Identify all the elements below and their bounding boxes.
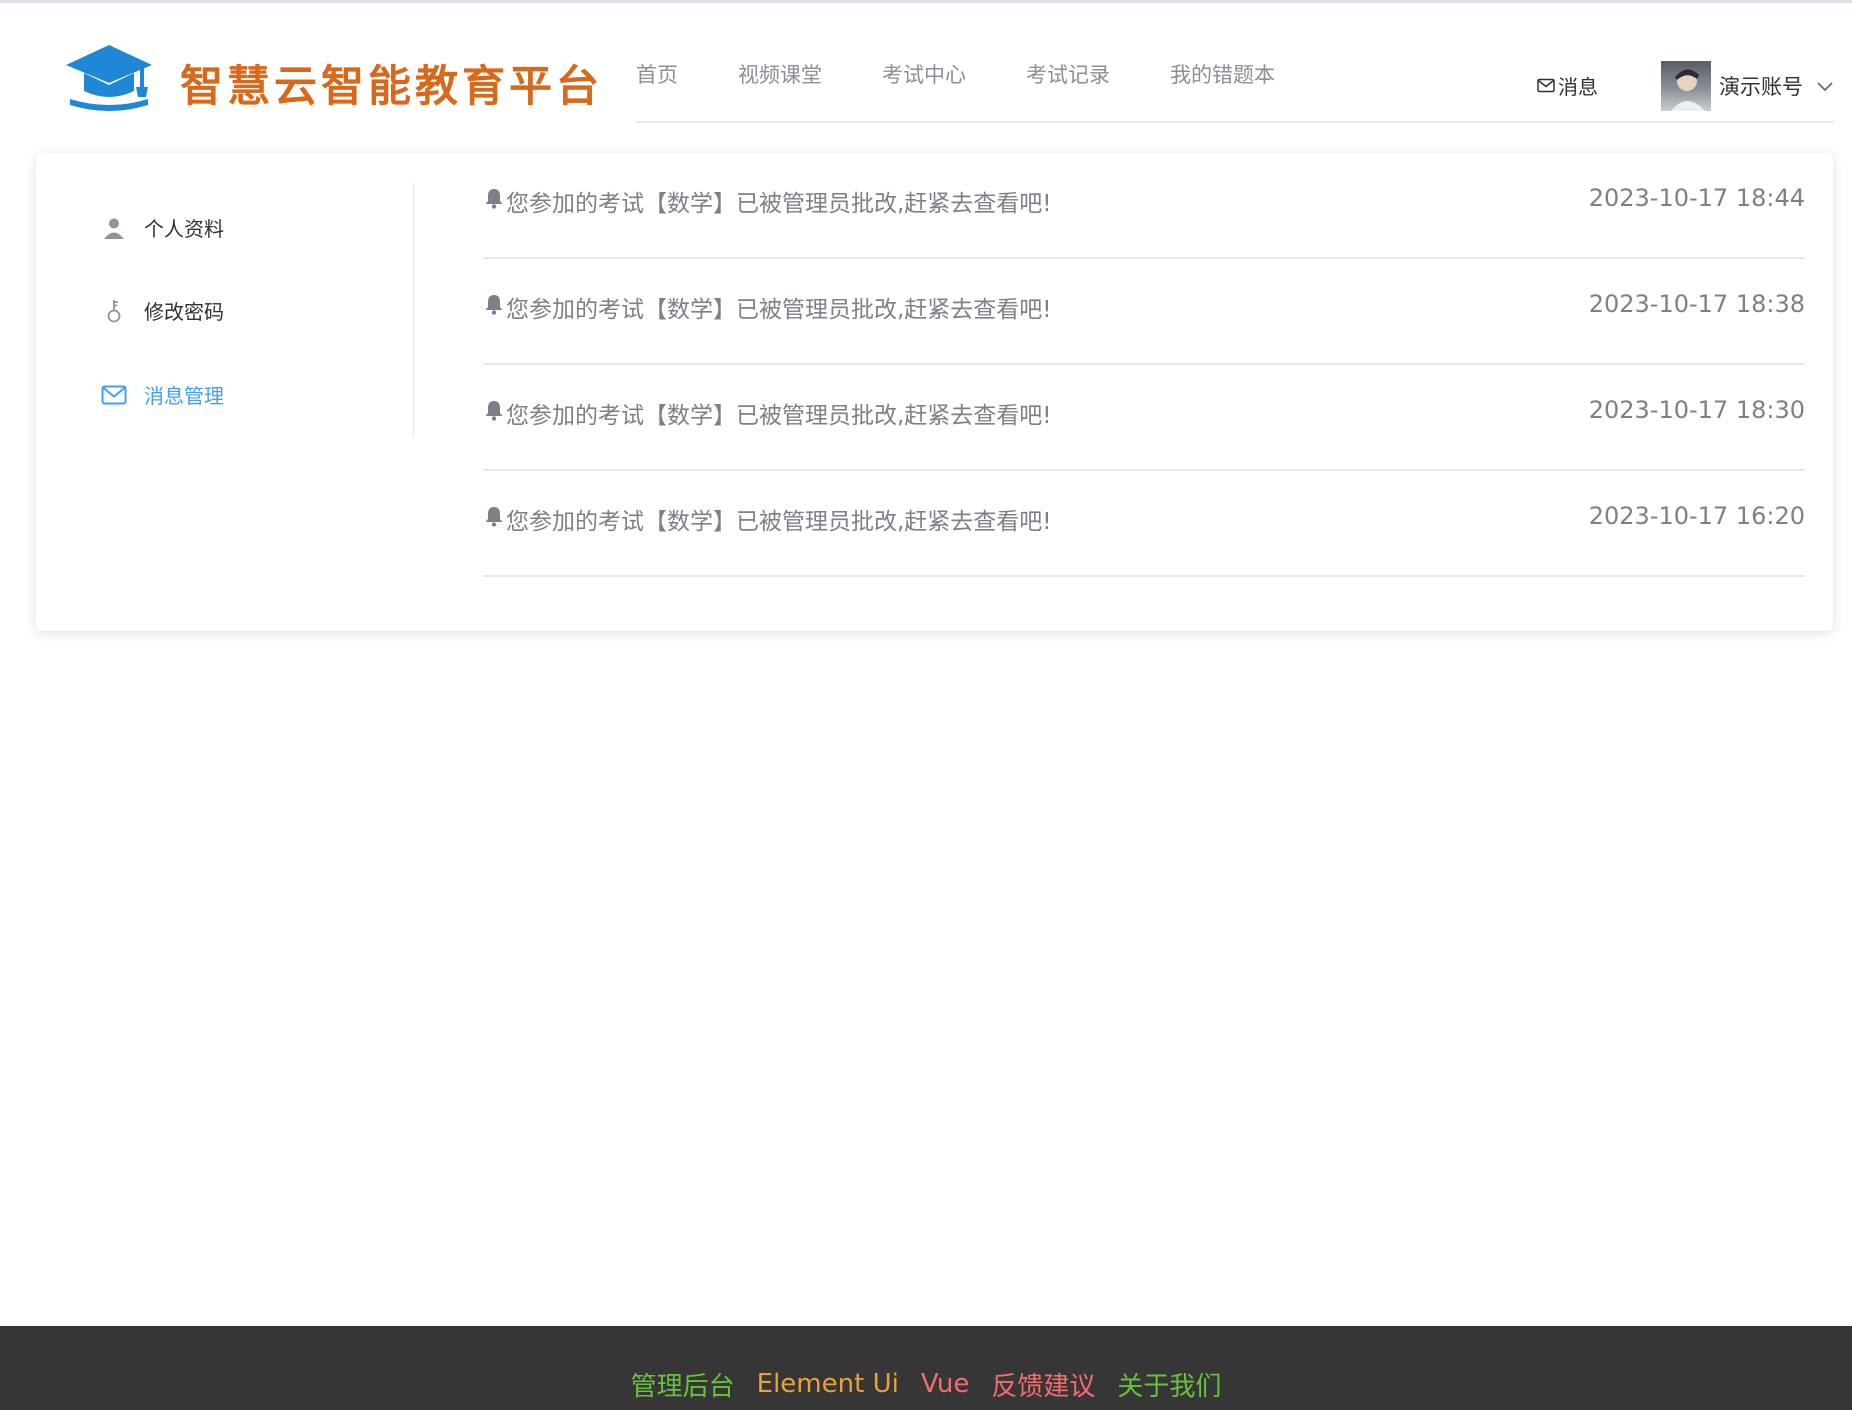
footer-link-about-us[interactable]: 关于我们 xyxy=(1117,1366,1221,1403)
message-time: 2023-10-17 18:30 xyxy=(1588,396,1805,424)
nav-divider xyxy=(636,121,1834,123)
nav-item-exam-records[interactable]: 考试记录 xyxy=(1026,60,1110,90)
footer: 管理后台 Element Ui Vue 反馈建议 关于我们 xyxy=(0,1326,1852,1410)
message-text: 您参加的考试【数学】已被管理员批改,赶紧去查看吧! xyxy=(506,509,1052,535)
content-card: 个人资料 修改密码 消息管理 您参加的考试【数学】已被管理员批改,赶紧去查看吧!… xyxy=(36,153,1833,631)
graduation-cap-icon xyxy=(66,45,152,121)
message-item[interactable]: 您参加的考试【数学】已被管理员批改,赶紧去查看吧! 2023-10-17 18:… xyxy=(483,153,1805,259)
user-name: 演示账号 xyxy=(1719,75,1803,99)
user-icon xyxy=(101,215,127,241)
footer-link-admin[interactable]: 管理后台 xyxy=(631,1366,735,1403)
header: 智慧云智能教育平台 首页 视频课堂 考试中心 考试记录 我的错题本 消息 演示账… xyxy=(0,3,1852,143)
footer-link-feedback[interactable]: 反馈建议 xyxy=(991,1366,1095,1403)
chevron-down-icon xyxy=(1817,77,1833,96)
nav-item-video-class[interactable]: 视频课堂 xyxy=(738,60,822,90)
nav-item-home[interactable]: 首页 xyxy=(636,60,678,90)
message-time: 2023-10-17 18:44 xyxy=(1588,184,1805,212)
bell-icon xyxy=(483,293,506,321)
message-text: 您参加的考试【数学】已被管理员批改,赶紧去查看吧! xyxy=(506,297,1052,323)
messages-link[interactable]: 消息 xyxy=(1537,71,1598,100)
side-item-label: 个人资料 xyxy=(144,217,224,241)
main-nav: 首页 视频课堂 考试中心 考试记录 我的错题本 xyxy=(636,60,1275,90)
key-icon xyxy=(101,298,127,324)
bell-icon xyxy=(483,399,506,427)
side-item-profile[interactable]: 个人资料 xyxy=(101,213,224,242)
message-text: 您参加的考试【数学】已被管理员批改,赶紧去查看吧! xyxy=(506,403,1052,429)
message-time: 2023-10-17 18:38 xyxy=(1588,290,1805,318)
footer-link-element-ui[interactable]: Element Ui xyxy=(757,1369,899,1399)
message-text: 您参加的考试【数学】已被管理员批改,赶紧去查看吧! xyxy=(506,191,1052,217)
logo[interactable]: 智慧云智能教育平台 xyxy=(66,45,603,121)
user-dropdown[interactable]: 演示账号 xyxy=(1661,61,1833,111)
message-item[interactable]: 您参加的考试【数学】已被管理员批改,赶紧去查看吧! 2023-10-17 18:… xyxy=(483,259,1805,365)
side-item-label: 修改密码 xyxy=(144,300,224,324)
message-item[interactable]: 您参加的考试【数学】已被管理员批改,赶紧去查看吧! 2023-10-17 18:… xyxy=(483,365,1805,471)
bell-icon xyxy=(483,187,506,215)
side-item-message-management[interactable]: 消息管理 xyxy=(101,380,224,409)
message-list: 您参加的考试【数学】已被管理员批改,赶紧去查看吧! 2023-10-17 18:… xyxy=(483,153,1805,577)
brand-name: 智慧云智能教育平台 xyxy=(180,62,603,112)
mail-icon xyxy=(1537,74,1558,98)
mail-icon xyxy=(101,382,127,408)
message-item[interactable]: 您参加的考试【数学】已被管理员批改,赶紧去查看吧! 2023-10-17 16:… xyxy=(483,471,1805,577)
bell-icon xyxy=(483,505,506,533)
side-item-label: 消息管理 xyxy=(144,384,224,408)
message-time: 2023-10-17 16:20 xyxy=(1588,502,1805,530)
side-menu: 个人资料 修改密码 消息管理 xyxy=(36,183,414,436)
side-item-change-password[interactable]: 修改密码 xyxy=(101,296,224,325)
messages-label: 消息 xyxy=(1558,75,1598,99)
footer-link-vue[interactable]: Vue xyxy=(921,1369,970,1399)
nav-item-wrong-questions[interactable]: 我的错题本 xyxy=(1170,60,1275,90)
avatar xyxy=(1661,61,1711,111)
nav-item-exam-center[interactable]: 考试中心 xyxy=(882,60,966,90)
